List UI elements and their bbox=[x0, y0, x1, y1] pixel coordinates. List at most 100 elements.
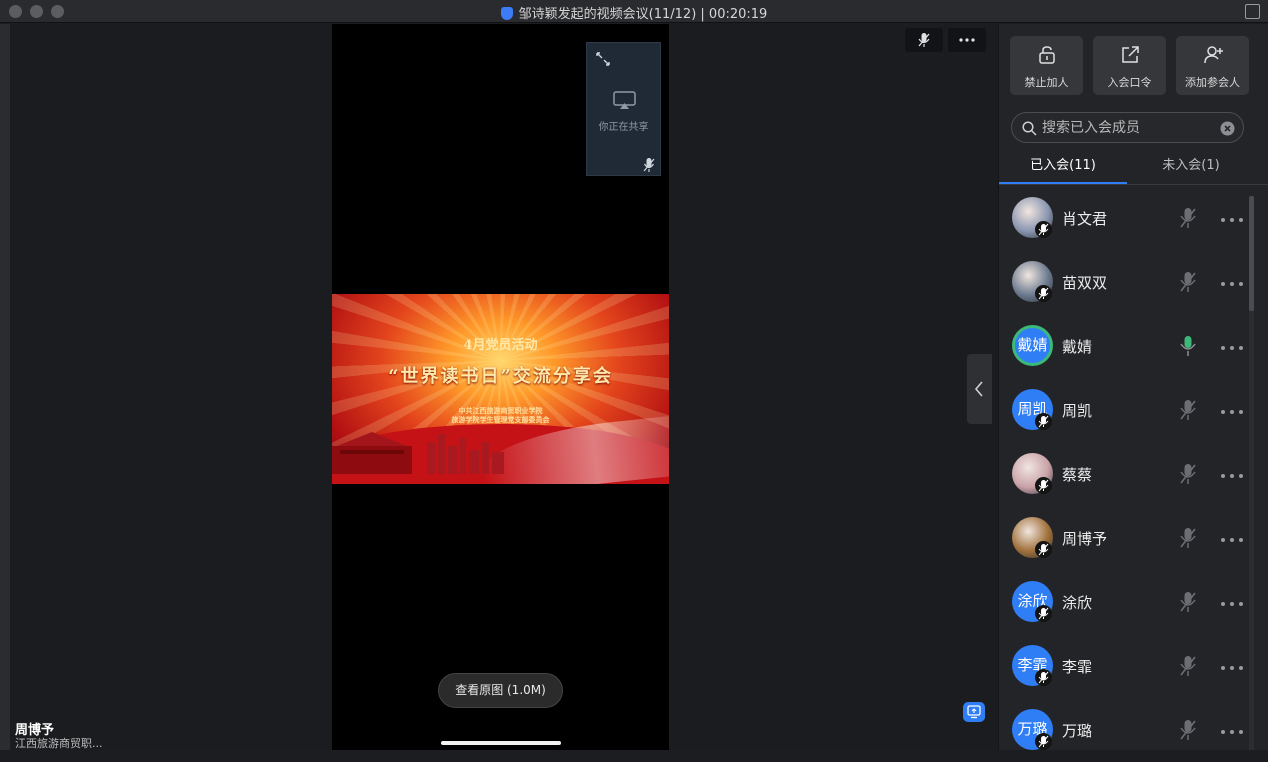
mic-muted-icon[interactable] bbox=[1179, 270, 1197, 298]
title-bar: 邹诗颖发起的视频会议(11/12) | 00:20:19 bbox=[0, 0, 1268, 23]
mic-muted-badge-icon bbox=[1035, 477, 1052, 494]
more-options-button[interactable] bbox=[948, 28, 986, 52]
chevron-left-icon bbox=[974, 381, 983, 397]
member-name: 涂欣 bbox=[1062, 594, 1093, 612]
screen-share-icon bbox=[613, 91, 636, 109]
event-banner-image: 4月党员活动 “世界读书日”交流分享会 中共江西旅游商贸职业学院 旅游学院学生管… bbox=[332, 294, 669, 484]
mic-muted-icon[interactable] bbox=[1179, 718, 1197, 746]
more-dots-icon bbox=[1221, 666, 1243, 670]
lock-meeting-label: 禁止加人 bbox=[1024, 76, 1069, 89]
member-row[interactable]: 周凯 周凯 bbox=[999, 378, 1254, 442]
member-row[interactable]: 肖文君 bbox=[999, 186, 1254, 250]
more-dots-icon bbox=[1221, 602, 1243, 606]
screen-share-icon bbox=[967, 705, 981, 719]
mic-muted-icon[interactable] bbox=[1179, 590, 1197, 618]
member-name: 周博予 bbox=[1062, 530, 1108, 548]
window-title: 邹诗颖发起的视频会议(11/12) | 00:20:19 bbox=[518, 7, 768, 22]
more-dots-icon bbox=[1221, 282, 1243, 286]
avatar-initials: 戴婧 bbox=[1017, 336, 1048, 354]
collapse-panel-button[interactable] bbox=[967, 354, 992, 424]
member-more-options-button[interactable] bbox=[1220, 463, 1244, 484]
member-row[interactable]: 万璐 万璐 bbox=[999, 698, 1254, 762]
member-row[interactable]: 周博予 bbox=[999, 506, 1254, 570]
mic-muted-badge-icon bbox=[1035, 285, 1052, 302]
member-name: 苗双双 bbox=[1062, 274, 1108, 292]
tabs-divider bbox=[999, 184, 1268, 185]
member-more-options-button[interactable] bbox=[1220, 527, 1244, 548]
mic-muted-badge-icon bbox=[1035, 733, 1052, 750]
member-search-input[interactable] bbox=[1042, 118, 1222, 138]
member-more-options-button[interactable] bbox=[1220, 207, 1244, 228]
member-list-scroll-thumb[interactable] bbox=[1249, 196, 1254, 311]
add-participant-button[interactable]: 添加参会人 bbox=[1176, 36, 1249, 95]
member-more-options-button[interactable] bbox=[1220, 335, 1244, 356]
member-more-options-button[interactable] bbox=[1220, 271, 1244, 292]
more-dots-icon bbox=[1221, 730, 1243, 734]
more-dots-icon bbox=[1221, 410, 1243, 414]
cityscape-illustration bbox=[332, 432, 504, 474]
meeting-password-label: 入会口令 bbox=[1107, 76, 1152, 89]
mic-muted-icon bbox=[643, 158, 655, 172]
member-name: 蔡蔡 bbox=[1062, 466, 1093, 484]
external-link-icon bbox=[1122, 46, 1139, 63]
member-row[interactable]: 李霏 李霏 bbox=[999, 634, 1254, 698]
member-name: 万璐 bbox=[1062, 722, 1093, 740]
mic-active-icon[interactable] bbox=[1179, 334, 1197, 362]
more-dots-icon bbox=[1221, 218, 1243, 222]
view-original-button[interactable]: 查看原图 (1.0M) bbox=[438, 673, 563, 708]
member-name: 周凯 bbox=[1062, 402, 1093, 420]
tab-joined[interactable]: 已入会(11) bbox=[999, 154, 1127, 184]
mic-muted-badge-icon bbox=[1035, 605, 1052, 622]
search-icon bbox=[1022, 121, 1037, 136]
mic-muted-badge-icon bbox=[1035, 541, 1052, 558]
member-more-options-button[interactable] bbox=[1220, 719, 1244, 740]
mic-muted-icon[interactable] bbox=[1179, 398, 1197, 426]
member-search-box[interactable] bbox=[1011, 112, 1244, 143]
fullscreen-icon[interactable] bbox=[1245, 4, 1260, 19]
banner-line-1: 4月党员活动 bbox=[463, 338, 538, 353]
member-more-options-button[interactable] bbox=[1220, 399, 1244, 420]
lock-icon bbox=[1039, 46, 1055, 64]
left-edge-strip bbox=[0, 24, 10, 750]
mic-muted-icon[interactable] bbox=[1179, 206, 1197, 234]
avatar: 戴婧 bbox=[1012, 325, 1053, 366]
sharing-label: 你正在共享 bbox=[598, 122, 649, 133]
member-row[interactable]: 蔡蔡 bbox=[999, 442, 1254, 506]
member-name: 肖文君 bbox=[1062, 210, 1108, 228]
more-dots-icon bbox=[959, 38, 975, 42]
more-dots-icon bbox=[1221, 538, 1243, 542]
mic-muted-badge-icon bbox=[1035, 669, 1052, 686]
mute-toggle-button[interactable] bbox=[905, 28, 943, 52]
mic-muted-icon bbox=[918, 33, 930, 47]
mic-muted-icon[interactable] bbox=[1179, 462, 1197, 490]
collapse-arrows-icon[interactable] bbox=[596, 52, 610, 66]
member-row[interactable]: 涂欣 涂欣 bbox=[999, 570, 1254, 634]
member-more-options-button[interactable] bbox=[1220, 655, 1244, 676]
mic-muted-icon[interactable] bbox=[1179, 526, 1197, 554]
window-title-wrap: 邹诗颖发起的视频会议(11/12) | 00:20:19 bbox=[0, 3, 1268, 22]
share-screen-mini-button[interactable] bbox=[963, 702, 985, 722]
active-speaker-org: 江西旅游商贸职... bbox=[15, 737, 103, 750]
banner-line-4: 旅游学院学生管理党支部委员会 bbox=[451, 416, 550, 424]
clear-search-icon[interactable] bbox=[1220, 121, 1235, 136]
tab-not-joined[interactable]: 未入会(1) bbox=[1127, 154, 1255, 184]
home-indicator bbox=[441, 741, 561, 745]
more-dots-icon bbox=[1221, 474, 1243, 478]
meeting-password-button[interactable]: 入会口令 bbox=[1093, 36, 1166, 95]
banner-line-2: “世界读书日”交流分享会 bbox=[388, 366, 613, 387]
mic-muted-badge-icon bbox=[1035, 221, 1052, 238]
member-more-options-button[interactable] bbox=[1220, 591, 1244, 612]
sharing-preview-card[interactable]: 你正在共享 bbox=[586, 42, 661, 176]
mic-muted-badge-icon bbox=[1035, 413, 1052, 430]
add-user-icon bbox=[1204, 46, 1223, 64]
active-tab-indicator bbox=[999, 182, 1127, 184]
mic-muted-icon[interactable] bbox=[1179, 654, 1197, 682]
add-participant-label: 添加参会人 bbox=[1185, 76, 1240, 89]
participants-panel: 禁止加人 入会口令 添加参会人 已入会(11) 未入会(1) 肖文君苗双双戴婧戴… bbox=[998, 24, 1268, 750]
more-dots-icon bbox=[1221, 346, 1243, 350]
member-row[interactable]: 苗双双 bbox=[999, 250, 1254, 314]
member-row[interactable]: 戴婧 戴婧 bbox=[999, 314, 1254, 378]
lock-meeting-button[interactable]: 禁止加人 bbox=[1010, 36, 1083, 95]
member-name: 戴婧 bbox=[1062, 338, 1093, 356]
member-name: 李霏 bbox=[1062, 658, 1093, 676]
